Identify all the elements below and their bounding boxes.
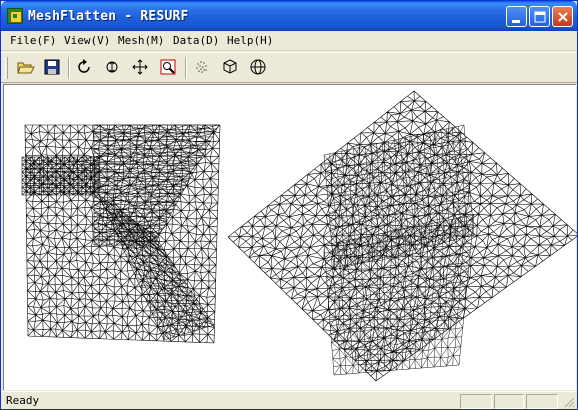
open-folder-icon — [17, 62, 35, 74]
flattened-mesh — [21, 124, 221, 344]
pan-move-icon — [132, 59, 148, 75]
zoom-button[interactable] — [101, 56, 125, 79]
minimize-button[interactable] — [506, 6, 527, 27]
menu-file[interactable]: File(F) — [10, 34, 56, 47]
toolbar-grip[interactable] — [5, 57, 8, 79]
menu-mesh[interactable]: Mesh(M) — [118, 34, 164, 47]
mesh-viewport[interactable] — [3, 84, 577, 391]
zoom-window-button[interactable] — [157, 56, 181, 79]
close-button[interactable] — [552, 6, 573, 27]
zoom-window-icon — [160, 59, 176, 75]
menu-help[interactable]: Help(H) — [227, 34, 273, 47]
application-window: MeshFlatten - RESURF File(F) View(V) Mes… — [0, 0, 578, 410]
status-text: Ready — [6, 394, 40, 407]
zoom-icon — [106, 61, 118, 73]
minimize-icon — [512, 20, 520, 23]
close-icon — [558, 12, 568, 22]
toolbar-separator — [68, 57, 70, 79]
app-icon[interactable] — [7, 8, 23, 24]
menu-bar: File(F) View(V) Mesh(M) Data(D) Help(H) — [1, 31, 577, 51]
menu-view[interactable]: View(V) — [64, 34, 110, 47]
point-cloud-icon — [196, 61, 207, 73]
sphere-button[interactable] — [247, 56, 271, 79]
status-pane-2 — [494, 394, 524, 409]
toolbar-separator — [185, 57, 187, 79]
3d-surface-mesh — [227, 90, 577, 382]
rotate-button[interactable] — [73, 56, 97, 79]
maximize-button[interactable] — [529, 6, 550, 27]
toolbar — [1, 52, 577, 83]
status-pane-1 — [460, 394, 492, 409]
resize-grip-icon[interactable] — [563, 396, 575, 408]
open-button[interactable] — [14, 56, 38, 79]
maximize-icon — [534, 11, 546, 23]
cube-icon — [223, 59, 237, 74]
status-bar: Ready — [1, 391, 577, 409]
point-cloud-button[interactable] — [191, 56, 215, 79]
pan-button[interactable] — [129, 56, 153, 79]
menu-data[interactable]: Data(D) — [173, 34, 219, 47]
status-pane-3 — [526, 394, 558, 409]
window-title: MeshFlatten - RESURF — [28, 9, 189, 24]
mesh-canvas[interactable] — [4, 85, 577, 391]
save-disk-icon — [44, 59, 60, 75]
rotate-icon — [78, 59, 90, 73]
sphere-icon — [250, 59, 266, 75]
cube-button[interactable] — [219, 56, 243, 79]
save-button[interactable] — [41, 56, 65, 79]
title-bar[interactable]: MeshFlatten - RESURF — [1, 1, 577, 31]
